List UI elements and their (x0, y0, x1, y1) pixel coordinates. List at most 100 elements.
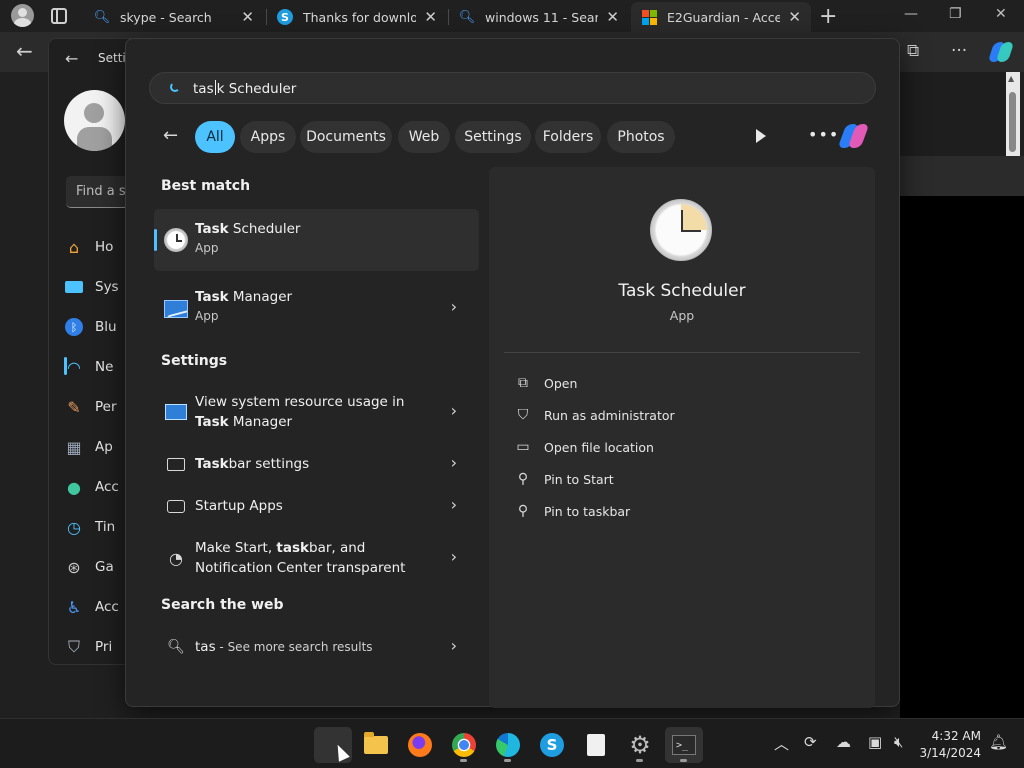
close-icon[interactable]: ✕ (788, 8, 801, 26)
copilot-icon[interactable] (987, 40, 1015, 64)
user-avatar[interactable] (64, 90, 125, 151)
tab-e2guardian[interactable]: E2Guardian - Access D ✕ (631, 2, 811, 32)
filter-settings[interactable]: Settings (455, 121, 531, 153)
search-icon (170, 82, 180, 92)
close-window-icon[interactable]: ✕ (995, 6, 1007, 22)
volume-muted-icon[interactable]: 🔇︎ (894, 733, 903, 751)
windows-search-panel: tas k Scheduler ← All Apps Documents Web … (125, 38, 900, 708)
close-icon[interactable]: ✕ (606, 8, 619, 26)
pin-icon: ⚲ (517, 503, 529, 519)
tab-actions-icon[interactable] (51, 8, 67, 24)
task-scheduler-icon (164, 228, 188, 252)
folder-icon: ▭ (516, 439, 530, 455)
file-explorer-icon (364, 732, 388, 754)
chevron-right-icon: › (450, 495, 457, 514)
taskbar-terminal[interactable]: >_ (665, 727, 703, 763)
result-title: View system resource usage in (195, 394, 405, 410)
result-taskbar-settings[interactable]: Taskbar settings › (154, 447, 479, 481)
open-external-icon: ⧉ (518, 375, 528, 391)
profile-avatar[interactable] (11, 4, 34, 27)
taskbar-skype[interactable]: S (533, 727, 571, 763)
result-web-search[interactable]: 🔍︎ tas - See more search results › (154, 630, 479, 664)
taskbar-settings[interactable]: ⚙ (621, 727, 659, 763)
taskbar-edge[interactable] (489, 727, 527, 763)
network-icon[interactable]: ▣ (868, 733, 882, 751)
filter-all[interactable]: All (195, 121, 235, 153)
filter-photos[interactable]: Photos (607, 121, 675, 153)
edge-icon (496, 733, 520, 757)
minimize-icon[interactable]: — (904, 6, 918, 22)
more-options-icon[interactable]: ··· (951, 41, 967, 61)
taskbar-file[interactable] (577, 727, 615, 763)
running-indicator (680, 759, 687, 762)
search-icon: 🔍︎ (167, 639, 185, 655)
chevron-right-icon: › (450, 297, 457, 316)
action-pin-to-taskbar[interactable]: ⚲ Pin to taskbar (515, 501, 630, 521)
close-icon[interactable]: ✕ (241, 8, 254, 26)
result-view-system-resource[interactable]: View system resource usage in Task Manag… (154, 385, 479, 439)
cloud-offline-icon[interactable]: ☁ (836, 733, 851, 751)
play-icon[interactable] (756, 129, 766, 143)
result-task-manager[interactable]: Task Manager App › (154, 277, 479, 339)
back-arrow-icon[interactable]: ← (65, 49, 78, 68)
back-arrow-icon[interactable]: ← (16, 39, 33, 63)
taskbar-file-explorer[interactable] (357, 727, 395, 763)
filter-web[interactable]: Web (398, 121, 450, 153)
more-options-icon[interactable]: ••• (808, 125, 839, 144)
skype-icon: S (277, 9, 293, 25)
taskbar-chrome[interactable] (445, 727, 483, 763)
shield-icon: ⛉ (67, 637, 80, 656)
result-make-start-transparent[interactable]: ◔ Make Start, taskbar, and Notification … (154, 531, 479, 585)
web-query: tas (195, 639, 216, 655)
apps-icon: ▦ (66, 437, 82, 457)
filter-apps[interactable]: Apps (240, 121, 296, 153)
search-query-typed: tas (193, 81, 214, 97)
taskbar: S ⚙ >_ ︿ ⟳ ☁ ▣ 🔇︎ 4:32 AM 3/14/2024 🔔︎ (0, 718, 1024, 768)
filter-folders[interactable]: Folders (535, 121, 601, 153)
browser-tab-bar: 🔍︎ skype - Search ✕ S Thanks for downloa… (0, 0, 1024, 32)
result-title-bold: Task (195, 456, 229, 472)
chevron-right-icon: › (450, 636, 457, 655)
chevron-up-icon[interactable]: ︿ (774, 733, 789, 754)
preview-title: Task Scheduler (618, 281, 746, 301)
result-title: Notification Center transparent (195, 560, 406, 576)
taskbar-date[interactable]: 3/14/2024 (918, 746, 981, 760)
result-task-scheduler[interactable]: Task Scheduler App (154, 209, 479, 271)
palette-icon: ◔ (169, 548, 183, 568)
search-icon: 🔍︎ (93, 9, 111, 25)
copilot-icon[interactable] (837, 122, 870, 150)
action-run-as-admin[interactable]: ⛉ Run as administrator (515, 405, 675, 425)
action-pin-to-start[interactable]: ⚲ Pin to Start (515, 469, 614, 489)
chevron-right-icon: › (450, 401, 457, 420)
taskbar-firefox[interactable] (401, 727, 439, 763)
gear-icon: ⚙ (629, 731, 651, 759)
scroll-thumb[interactable] (1009, 92, 1016, 152)
scroll-up-icon[interactable]: ▲ (1008, 74, 1014, 83)
result-subtitle: App (195, 309, 219, 323)
running-indicator (460, 759, 467, 762)
pin-icon: ⚲ (517, 471, 529, 487)
notification-bell-icon[interactable]: 🔔︎ (989, 733, 1008, 751)
extensions-icon[interactable]: ⧉ (907, 41, 919, 61)
back-arrow-icon[interactable]: ← (163, 125, 178, 146)
result-title: Manager (228, 414, 293, 430)
action-open[interactable]: ⧉ Open (515, 373, 577, 393)
page-scrollbar[interactable]: ▲ (1006, 72, 1020, 156)
new-tab-icon[interactable]: + (819, 4, 837, 29)
wifi-icon: ◠ (67, 357, 81, 377)
close-icon[interactable]: ✕ (424, 8, 437, 26)
tab-windows-11-search[interactable]: 🔍︎ windows 11 - Search ✕ (449, 2, 629, 32)
tab-thanks-download[interactable]: S Thanks for downloadi ✕ (267, 2, 447, 32)
search-input[interactable]: tas k Scheduler (149, 72, 876, 104)
tab-skype-search[interactable]: 🔍︎ skype - Search ✕ (84, 2, 264, 32)
sync-icon[interactable]: ⟳ (804, 733, 817, 751)
filter-documents[interactable]: Documents (300, 121, 392, 153)
result-title: Make Start, (195, 540, 277, 556)
action-open-file-location[interactable]: ▭ Open file location (515, 437, 654, 457)
restore-icon[interactable]: ❐ (949, 6, 962, 22)
terminal-icon: >_ (672, 735, 696, 755)
result-startup-apps[interactable]: Startup Apps › (154, 489, 479, 523)
divider (504, 352, 860, 353)
preview-subtitle: App (669, 308, 695, 323)
taskbar-time[interactable]: 4:32 AM (925, 729, 981, 743)
